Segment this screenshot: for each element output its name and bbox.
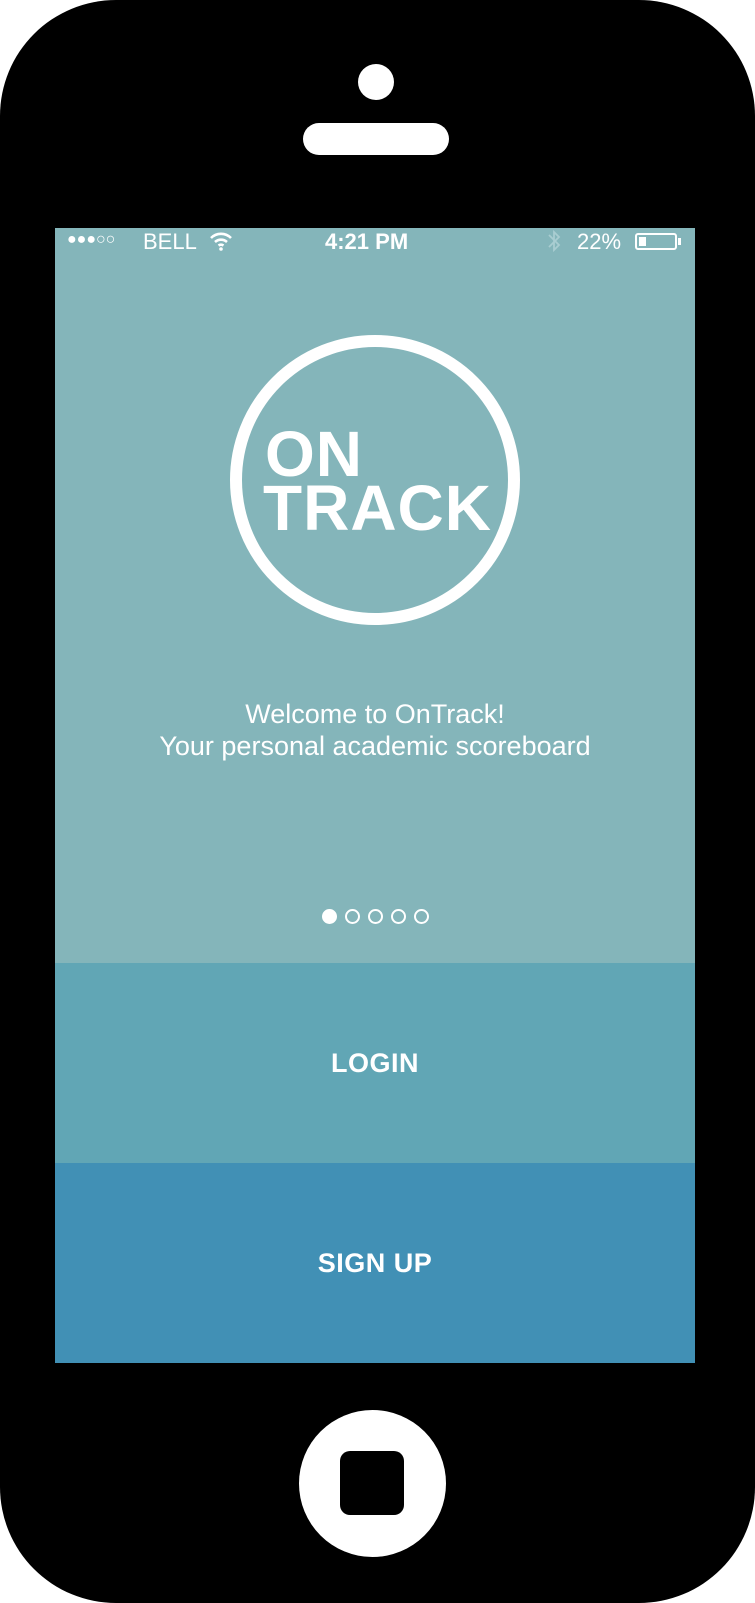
signup-button[interactable]: SIGN UP (55, 1163, 695, 1363)
status-bar: ●●●○○ BELL 4:21 PM 22% (55, 228, 695, 260)
page-dot[interactable] (367, 909, 383, 924)
login-button[interactable]: LOGIN (55, 963, 695, 1163)
front-camera (358, 64, 394, 100)
page-dot[interactable] (390, 909, 406, 924)
bluetooth-icon (545, 228, 563, 260)
wifi-icon (209, 230, 233, 258)
battery-percent: 22% (577, 229, 622, 254)
battery-icon (635, 233, 677, 250)
battery-level-fill (639, 237, 646, 246)
login-button-label: LOGIN (331, 1047, 419, 1078)
earpiece-speaker (303, 123, 449, 155)
phone-frame: ●●●○○ BELL 4:21 PM 22% ON TRACK Welcome … (0, 0, 755, 1603)
carrier-name: BELL (143, 229, 197, 254)
welcome-subtitle: Your personal academic scoreboard (159, 731, 591, 761)
page-dot[interactable] (413, 909, 429, 924)
status-time: 4:21 PM (325, 229, 409, 254)
battery-tip (678, 238, 681, 245)
home-square-icon (340, 1451, 404, 1515)
page-dot[interactable] (321, 909, 337, 924)
logo-text-track: TRACK (263, 472, 492, 544)
signup-button-label: SIGN UP (317, 1247, 433, 1278)
page-dot[interactable] (344, 909, 360, 924)
app-screen: ●●●○○ BELL 4:21 PM 22% ON TRACK Welcome … (55, 228, 695, 1363)
welcome-title: Welcome to OnTrack! (245, 699, 505, 729)
signal-strength-icon: ●●●○○ (67, 231, 116, 248)
page-indicator[interactable] (55, 909, 695, 927)
home-button[interactable] (299, 1410, 446, 1557)
